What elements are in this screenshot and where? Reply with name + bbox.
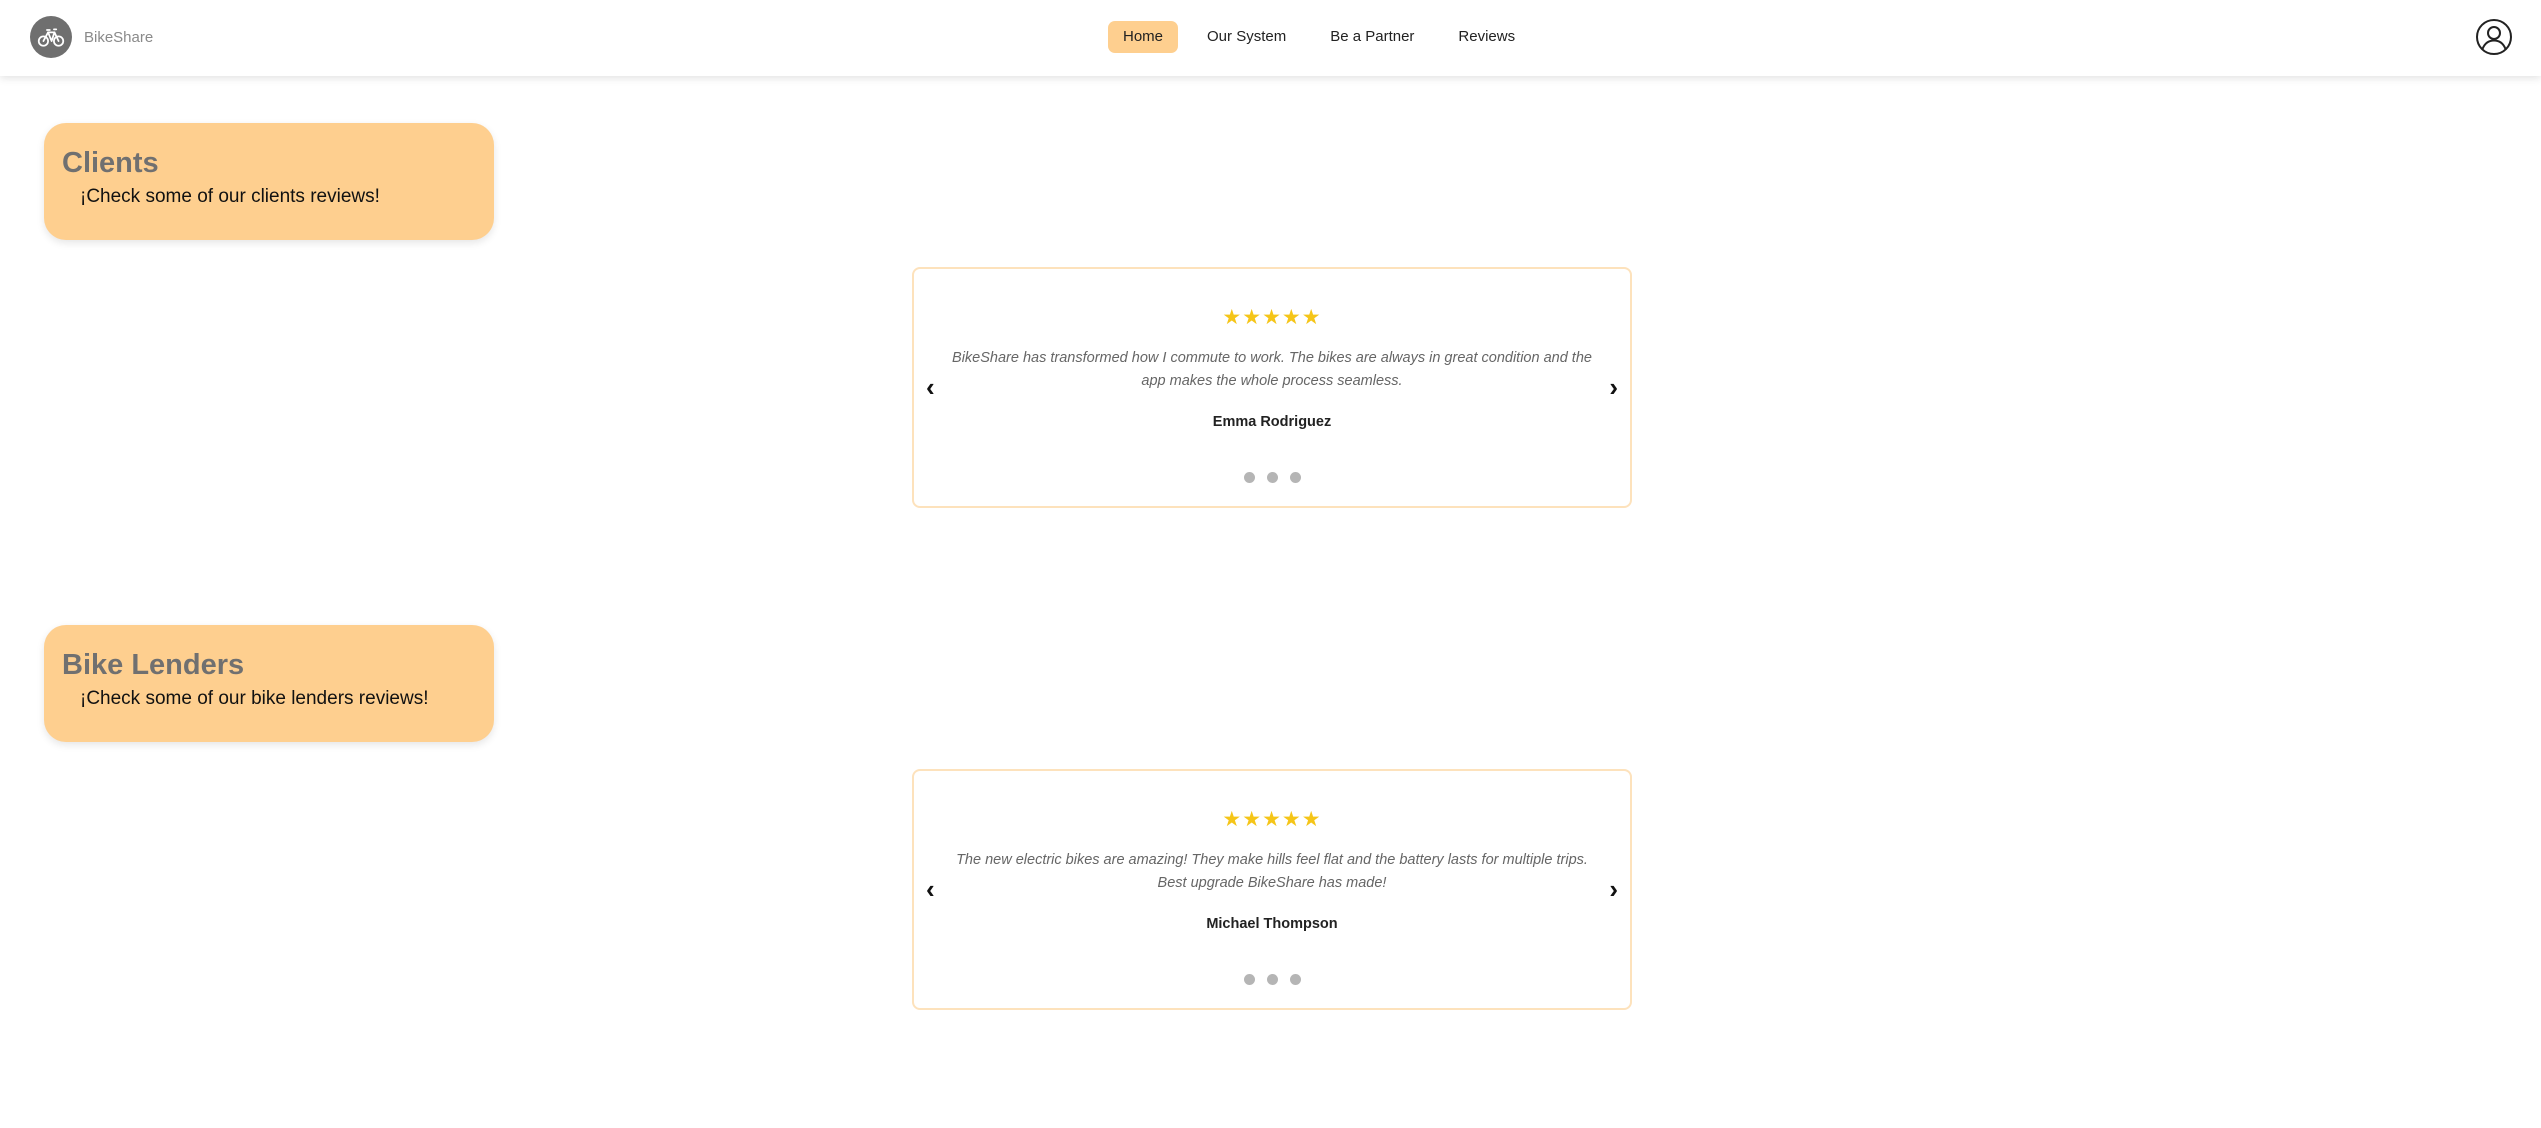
bicycle-icon	[30, 16, 72, 58]
nav-reviews[interactable]: Reviews	[1443, 21, 1530, 53]
reviewer-name: Emma Rodriguez	[1212, 414, 1332, 430]
carousel-next-button[interactable]: ›	[1609, 374, 1618, 400]
carousel-prev-button[interactable]: ‹	[926, 876, 935, 902]
review-text: The new electric bikes are amazing! They…	[956, 852, 1588, 891]
nav-our-system[interactable]: Our System	[1192, 21, 1301, 53]
nav-be-a-partner[interactable]: Be a Partner	[1315, 21, 1429, 53]
carousel-dot[interactable]	[1289, 472, 1301, 483]
clients-review-carousel: ★★★★★ BikeShare has transformed how I co…	[912, 267, 1632, 508]
star-rating: ★★★★★	[1222, 306, 1322, 329]
main-nav: Home Our System Be a Partner Reviews	[1108, 21, 1530, 53]
section-subtitle: ¡Check some of our clients reviews!	[80, 186, 380, 208]
section-subtitle: ¡Check some of our bike lenders reviews!	[80, 688, 429, 710]
carousel-dot[interactable]	[1243, 974, 1255, 985]
carousel-dot[interactable]	[1243, 472, 1255, 483]
star-rating: ★★★★★	[1222, 808, 1322, 831]
section-title: Clients	[62, 147, 159, 179]
brand-name: BikeShare	[84, 28, 154, 46]
carousel-dot[interactable]	[1289, 974, 1301, 985]
brand[interactable]: BikeShare	[30, 16, 153, 58]
reviewer-name: Michael Thompson	[1206, 916, 1338, 932]
user-account-icon[interactable]	[2475, 18, 2513, 56]
carousel-prev-button[interactable]: ‹	[926, 374, 935, 400]
lenders-review-carousel: ★★★★★ The new electric bikes are amazing…	[912, 769, 1632, 1010]
carousel-dot[interactable]	[1266, 472, 1278, 483]
carousel-dot[interactable]	[1266, 974, 1278, 985]
top-navbar: BikeShare Home Our System Be a Partner R…	[0, 0, 2541, 76]
carousel-next-button[interactable]: ›	[1609, 876, 1618, 902]
nav-home[interactable]: Home	[1108, 21, 1179, 53]
carousel-dots	[914, 472, 1630, 483]
clients-section-header: Clients ¡Check some of our clients revie…	[44, 123, 494, 240]
carousel-dots	[914, 974, 1630, 985]
section-title: Bike Lenders	[62, 649, 245, 681]
lenders-section-header: Bike Lenders ¡Check some of our bike len…	[44, 625, 494, 742]
review-text: BikeShare has transformed how I commute …	[952, 350, 1592, 389]
